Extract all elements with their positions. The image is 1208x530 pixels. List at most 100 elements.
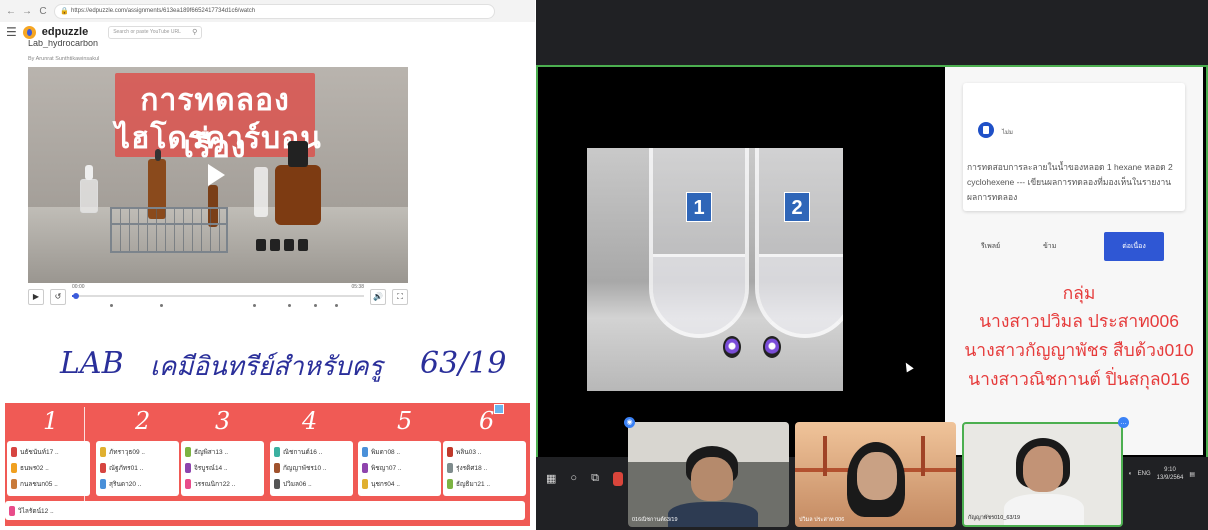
member-name: จิรบูรณ์14 .. xyxy=(194,465,228,472)
rewatch-button[interactable]: รีเพลย์ xyxy=(981,241,1000,252)
search-input[interactable]: Search or paste YouTube URL ⚲ xyxy=(108,25,203,39)
meet-top-bar xyxy=(536,0,1208,65)
avatar xyxy=(100,479,106,489)
question-marker[interactable] xyxy=(159,304,163,307)
member-item[interactable]: พลิน03 .. xyxy=(447,444,522,460)
video-title-line-2: ไฮโดรคาร์บอน xyxy=(115,122,322,155)
member-item[interactable]: ธนพร02 .. xyxy=(11,460,86,476)
lab-experiment-image: 1 2 xyxy=(587,148,843,391)
group-number: 4 xyxy=(302,407,318,435)
checkbox-icon[interactable] xyxy=(494,404,504,414)
back-icon[interactable]: ← xyxy=(6,6,16,17)
eye-right xyxy=(763,336,781,358)
member-item[interactable]: ณิชกานต์16 .. xyxy=(274,444,349,460)
member-item[interactable]: วรรณนิกา22 .. xyxy=(185,476,260,492)
member-item[interactable]: ภัทราวุธ09 .. xyxy=(100,444,175,460)
member-item[interactable]: วิไลรัตน์12 .. xyxy=(9,503,521,519)
task-view-icon[interactable]: ⧉ xyxy=(591,472,599,486)
shirt xyxy=(668,502,758,527)
clock[interactable]: 9:10 13/9/2564 xyxy=(1157,466,1184,482)
member-item[interactable]: จิรบูรณ์14 .. xyxy=(185,460,260,476)
reload-icon[interactable]: C xyxy=(38,6,48,17)
windows-icon[interactable]: ▦ xyxy=(546,472,556,486)
search-circle-icon[interactable]: ○ xyxy=(570,472,577,486)
question-card: ไม่ม การทดสอบการละลายในน้ำของหลอด 1 hexa… xyxy=(963,83,1185,211)
member-item[interactable]: พิมดา08 .. xyxy=(362,444,437,460)
avatar xyxy=(185,447,191,457)
member-name: ปวิมล06 .. xyxy=(283,481,312,488)
system-tray: ◖ ENG 9:10 13/9/2564 ▤ xyxy=(1128,466,1195,482)
participant-name: กัญญาพัชร010_63/19 xyxy=(968,515,1021,521)
brand-name[interactable]: edpuzzle xyxy=(42,26,88,38)
avatar xyxy=(362,463,368,473)
rewind-icon[interactable]: ↺ xyxy=(50,289,66,305)
member-item[interactable]: ณัฐภัทร01 .. xyxy=(100,460,175,476)
search-icon[interactable]: ⚲ xyxy=(192,27,197,38)
continue-button[interactable]: ต่อเนื่อง xyxy=(1104,232,1164,261)
progress-track[interactable]: 00:00 05:38 xyxy=(72,284,364,310)
participant-tile[interactable]: ปวิมล ประสาท 006 xyxy=(795,422,956,527)
member-item[interactable]: นุชกร04 .. xyxy=(362,476,437,492)
volume-icon[interactable]: 🔊 xyxy=(370,289,386,305)
member-name: ณัฐภัทร01 .. xyxy=(109,465,144,472)
fullscreen-icon[interactable]: ⛶ xyxy=(392,289,408,305)
notification-icon[interactable]: ▤ xyxy=(1189,471,1195,478)
tube-label-1: 1 xyxy=(686,192,712,222)
large-bottle-cap xyxy=(288,141,308,167)
participant-tile[interactable]: กัญญาพัชร010_63/19 xyxy=(962,422,1123,527)
clock-date: 13/9/2564 xyxy=(1156,475,1184,481)
avatar xyxy=(11,447,17,457)
group-number: 3 xyxy=(215,407,231,435)
question-marker[interactable] xyxy=(109,304,113,307)
member-line: นางสาวปวิมล ประสาท006 xyxy=(979,311,1179,331)
question-panel: ไม่ม การทดสอบการละลายในน้ำของหลอด 1 hexa… xyxy=(945,67,1203,455)
language-indicator[interactable]: ENG xyxy=(1138,471,1151,477)
more-options-icon[interactable]: … xyxy=(1118,417,1129,428)
question-marker[interactable] xyxy=(288,304,292,307)
member-item[interactable]: สุรินดา20 .. xyxy=(100,476,175,492)
menu-icon[interactable]: ☰ xyxy=(6,25,17,39)
play-icon[interactable] xyxy=(208,164,225,186)
pin-icon[interactable]: ◉ xyxy=(624,417,635,428)
handwriting-thai: เคมีอินทรีย์สำหรับครู xyxy=(150,352,383,382)
url-text: https://edpuzzle.com/assignments/613ea18… xyxy=(71,7,256,14)
member-name: ธัญธิมา21 .. xyxy=(456,481,491,488)
avatar xyxy=(447,479,453,489)
group-panel: 1 2 3 4 5 6 นธัชนันท์17 .. ธนพร02 .. กนล… xyxy=(5,403,530,526)
member-item[interactable]: รุ่งรดิศ18 .. xyxy=(447,460,522,476)
progress-knob[interactable] xyxy=(72,293,79,299)
group-card: พิมดา08 .. พิชญา07 .. นุชกร04 .. xyxy=(358,441,441,496)
question-marker[interactable] xyxy=(334,304,338,307)
member-item[interactable]: พิชญา07 .. xyxy=(362,460,437,476)
forward-icon[interactable]: → xyxy=(22,6,32,17)
shirt xyxy=(1004,494,1084,525)
participant-tile[interactable]: 016ณิชกานต์63/19 xyxy=(628,422,789,527)
play-button[interactable]: ▶ xyxy=(28,289,44,305)
member-item[interactable]: ปวิมล06 .. xyxy=(274,476,349,492)
address-bar[interactable]: 🔒 https://edpuzzle.com/assignments/613ea… xyxy=(54,3,495,19)
member-item[interactable]: กัญญาพัชร10 .. xyxy=(274,460,349,476)
avatar xyxy=(185,463,191,473)
record-icon[interactable] xyxy=(612,472,623,486)
tube-liquid xyxy=(653,254,745,334)
question-marker[interactable] xyxy=(314,304,318,307)
handwriting-date: 63/19 xyxy=(420,346,507,381)
group-number: 2 xyxy=(135,407,151,435)
member-item[interactable]: ธัญพิสา13 .. xyxy=(185,444,260,460)
member-name: วิไลรัตน์12 .. xyxy=(18,508,54,515)
skip-button[interactable]: ข้าม xyxy=(1043,241,1056,252)
question-marker[interactable] xyxy=(253,304,257,307)
member-item[interactable]: นธัชนันท์17 .. xyxy=(11,444,86,460)
member-item[interactable]: ธัญธิมา21 .. xyxy=(447,476,522,492)
participant-name: ปวิมล ประสาท 006 xyxy=(799,517,845,523)
question-text: การทดสอบการละลายในน้ำของหลอด 1 hexane หล… xyxy=(967,162,1173,202)
wifi-icon[interactable]: ◖ xyxy=(1128,471,1132,477)
edpuzzle-logo-icon[interactable] xyxy=(22,25,36,39)
avatar xyxy=(11,463,17,473)
search-placeholder: Search or paste YouTube URL xyxy=(113,28,181,35)
member-item[interactable]: กนลชนก05 .. xyxy=(11,476,86,492)
question-label: ไม่ม xyxy=(1002,130,1013,136)
group-card: นธัชนันท์17 .. ธนพร02 .. กนลชนก05 .. xyxy=(7,441,90,496)
video-player[interactable]: การทดลองเรื่อง ไฮโดรคาร์บอน xyxy=(28,67,408,283)
question-actions: รีเพลย์ ข้าม ต่อเนื่อง xyxy=(981,232,1181,262)
